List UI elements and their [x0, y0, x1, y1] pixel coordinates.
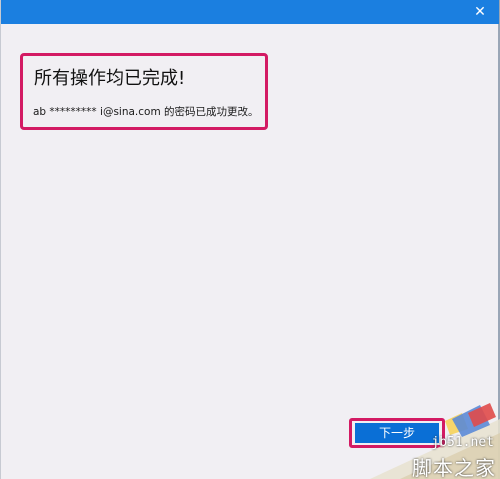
watermark-name: 脚本之家 [412, 456, 496, 479]
site-watermark: jb51.net 脚本之家 [350, 399, 500, 479]
completion-title: 所有操作均已完成! [34, 68, 186, 89]
watermark-url: jb51.net [431, 435, 494, 450]
title-bar: ✕ [1, 0, 499, 24]
close-icon[interactable]: ✕ [471, 3, 489, 21]
password-changed-message: ab ********* i@sina.com 的密码已成功更改。 [33, 106, 259, 118]
